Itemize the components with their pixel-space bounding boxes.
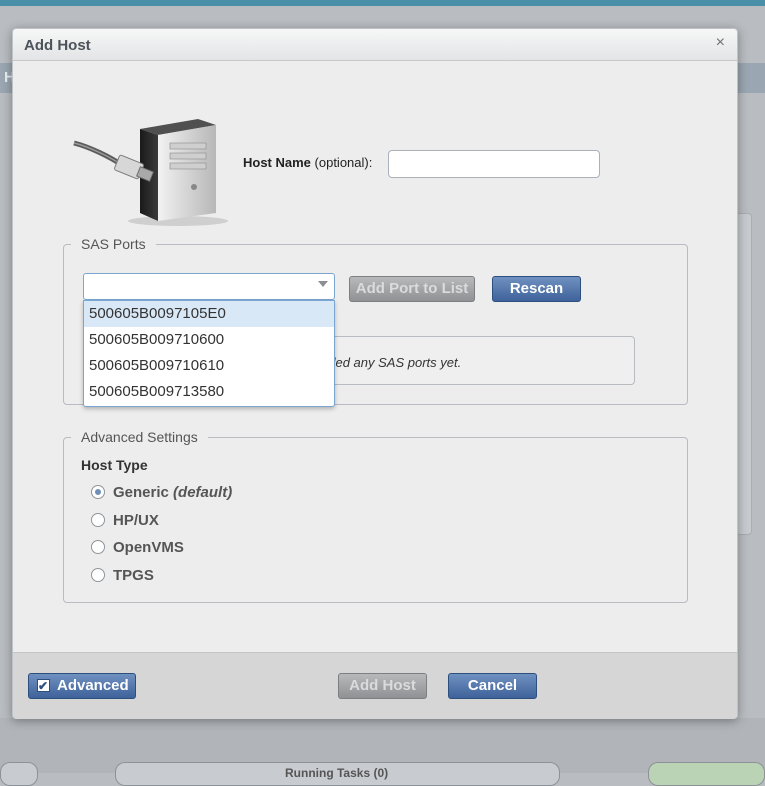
add-port-to-list-button[interactable]: Add Port to List (349, 276, 475, 302)
host-name-label: Host Name (optional): (243, 155, 372, 170)
host-type-label: Host Type (81, 457, 148, 473)
dialog-title: Add Host (24, 37, 91, 54)
checkbox-checked-icon[interactable] (37, 674, 50, 698)
advanced-toggle-button[interactable]: Advanced (28, 673, 136, 699)
sas-ports-legend: SAS Ports (81, 236, 146, 252)
host-type-option-label: TPGS (113, 567, 154, 584)
add-host-button[interactable]: Add Host (338, 673, 427, 699)
background-pill-right (648, 762, 765, 786)
host-type-openvms-option[interactable]: OpenVMS (91, 539, 184, 556)
add-host-dialog: Add Host × Host Name (optional): SAS Por… (12, 28, 738, 719)
radio-icon[interactable] (91, 568, 105, 582)
sas-port-option[interactable]: 500605B009710600 (84, 327, 334, 353)
host-name-input[interactable] (388, 150, 600, 178)
sas-port-dropdown-list: 500605B0097105E0 500605B009710600 500605… (83, 300, 335, 407)
radio-icon[interactable] (91, 540, 105, 554)
rescan-button[interactable]: Rescan (492, 276, 581, 302)
chevron-down-icon[interactable] (318, 281, 328, 287)
host-name-label-text: Host Name (243, 155, 311, 170)
sas-ports-empty-message: dded any SAS ports yet. (321, 355, 462, 370)
sas-port-option[interactable]: 500605B0097105E0 (84, 301, 334, 327)
sas-port-option[interactable]: 500605B009710610 (84, 353, 334, 379)
background-topbar (0, 0, 765, 6)
dialog-titlebar: Add Host × (13, 29, 737, 61)
advanced-settings-legend: Advanced Settings (81, 429, 198, 445)
host-name-optional: (optional): (310, 155, 373, 170)
server-host-icon (73, 119, 228, 226)
default-hint: (default) (173, 484, 233, 501)
close-icon[interactable]: × (716, 34, 725, 52)
sas-port-combobox[interactable] (83, 273, 335, 300)
host-type-option-label: Generic (113, 484, 169, 501)
host-type-tpgs-option[interactable]: TPGS (91, 567, 154, 584)
sas-port-option[interactable]: 500605B009713580 (84, 379, 334, 405)
host-type-hpux-option[interactable]: HP/UX (91, 512, 159, 529)
radio-icon[interactable] (91, 513, 105, 527)
background-pill-left (0, 762, 38, 786)
cancel-button[interactable]: Cancel (448, 673, 537, 699)
running-tasks-label: Running Tasks (0) (285, 766, 389, 780)
host-type-option-label: HP/UX (113, 512, 159, 529)
host-type-option-label: OpenVMS (113, 539, 184, 556)
host-type-generic-option[interactable]: Generic (default) (91, 484, 232, 501)
advanced-toggle-label: Advanced (57, 677, 129, 694)
background-bottom-bar: Running Tasks (0) (0, 718, 765, 786)
radio-selected-icon[interactable] (91, 485, 105, 499)
